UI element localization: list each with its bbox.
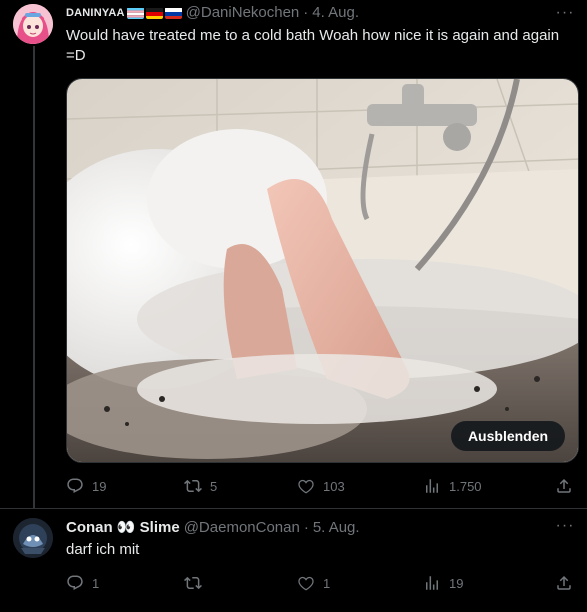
share-button[interactable] bbox=[555, 476, 573, 496]
tweet-header: Conan 👀 Slime @DaemonConan · 5. Aug. bbox=[66, 519, 360, 537]
reply-icon bbox=[67, 478, 83, 494]
tweet[interactable]: DANINYAA @DaniNekochen · 4. Aug. ··· Wou… bbox=[0, 0, 587, 508]
share-button[interactable] bbox=[555, 573, 573, 593]
retweet-icon bbox=[184, 479, 202, 493]
tweet-text: Would have treated me to a cold bath Woa… bbox=[66, 27, 560, 64]
reply-button[interactable]: 19 bbox=[66, 476, 106, 496]
handle[interactable]: @DaniNekochen bbox=[186, 4, 300, 22]
like-button[interactable]: 1 bbox=[297, 573, 330, 593]
tweet-actions: 19 5 103 1.750 bbox=[66, 476, 581, 496]
retweet-button[interactable] bbox=[184, 573, 202, 593]
media-image[interactable]: Ausblenden bbox=[66, 78, 579, 463]
views-count: 1.750 bbox=[449, 478, 482, 494]
separator: · bbox=[303, 4, 309, 21]
like-count: 1 bbox=[323, 575, 331, 591]
retweet-count: 5 bbox=[210, 478, 218, 494]
reply-count: 19 bbox=[92, 478, 107, 494]
reply-icon bbox=[67, 575, 83, 591]
more-icon[interactable]: ··· bbox=[555, 5, 575, 26]
reply-count: 1 bbox=[92, 575, 100, 591]
handle[interactable]: @DaemonConan bbox=[184, 519, 300, 537]
like-icon bbox=[298, 479, 314, 494]
views-icon bbox=[426, 576, 438, 590]
timestamp[interactable]: 5. Aug. bbox=[313, 519, 360, 537]
tweet-header: DANINYAA @DaniNekochen · 4. Aug. bbox=[66, 4, 359, 22]
tweet-text: darf ich mit bbox=[66, 541, 140, 558]
share-icon bbox=[557, 575, 571, 590]
views-icon bbox=[426, 479, 438, 493]
retweet-button[interactable]: 5 bbox=[184, 476, 217, 496]
germany-flag-icon bbox=[145, 7, 163, 19]
like-button[interactable]: 103 bbox=[297, 476, 345, 496]
display-name[interactable]: DANINYAA bbox=[66, 4, 125, 22]
views-button[interactable]: 19 bbox=[423, 573, 463, 593]
like-count: 103 bbox=[323, 478, 345, 494]
views-button[interactable]: 1.750 bbox=[423, 476, 482, 496]
more-icon[interactable]: ··· bbox=[555, 518, 575, 539]
separator: · bbox=[303, 519, 309, 536]
avatar[interactable] bbox=[13, 4, 53, 44]
hide-media-button[interactable]: Ausblenden bbox=[451, 421, 565, 451]
thread-line bbox=[33, 46, 35, 508]
russia-flag-icon bbox=[164, 7, 182, 19]
retweet-icon bbox=[184, 576, 202, 590]
display-name[interactable]: Conan 👀 Slime bbox=[66, 519, 180, 537]
timestamp[interactable]: 4. Aug. bbox=[312, 4, 359, 22]
avatar[interactable] bbox=[13, 518, 53, 558]
trans-flag-icon bbox=[126, 7, 144, 19]
views-count: 19 bbox=[449, 575, 464, 591]
like-icon bbox=[298, 576, 314, 591]
reply-button[interactable]: 1 bbox=[66, 573, 99, 593]
share-icon bbox=[557, 478, 571, 493]
tweet-actions: 1 1 19 bbox=[66, 573, 581, 593]
